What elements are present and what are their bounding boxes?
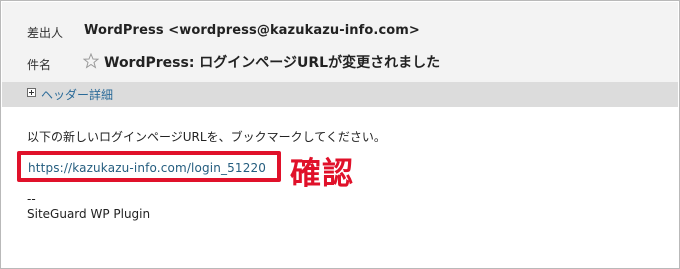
signature-separator: --	[27, 192, 36, 206]
message-line: 以下の新しいログインページURLを、ブックマークしてください。	[27, 130, 386, 144]
plus-box-icon[interactable]	[27, 88, 36, 97]
from-label: 差出人	[27, 26, 64, 40]
subject-value: WordPress: ログインページURLが変更されました	[104, 55, 441, 71]
from-value: WordPress <wordpress@kazukazu-info.com>	[84, 23, 420, 38]
signature-name: SiteGuard WP Plugin	[27, 207, 151, 221]
star-icon[interactable]	[82, 52, 100, 69]
annotation-label: 確認	[290, 156, 354, 192]
header-details-toggle[interactable]: ヘッダー詳細	[41, 86, 113, 103]
login-url-link[interactable]: https://kazukazu-info.com/login_51220	[28, 161, 266, 175]
subject-label: 件名	[27, 58, 52, 72]
email-viewer: 差出人 WordPress <wordpress@kazukazu-info.c…	[0, 0, 680, 269]
